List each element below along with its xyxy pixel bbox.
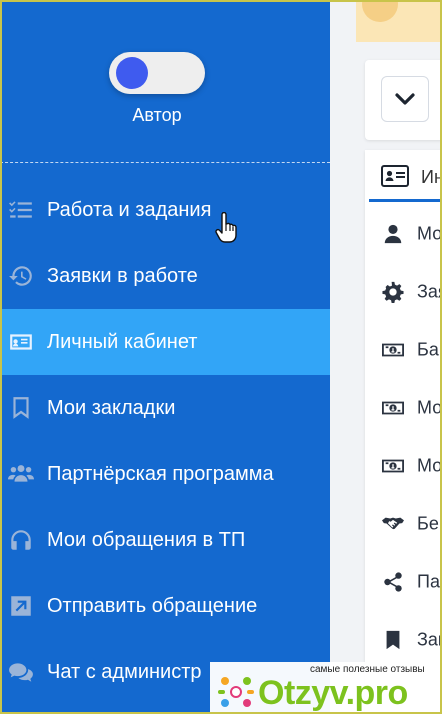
right-item-label: Мо: [417, 223, 442, 244]
id-card-icon: [6, 327, 36, 357]
users-icon: [6, 459, 36, 489]
sidebar-item-label: Чат с администр: [47, 660, 202, 683]
sidebar-item-label: Заявки в работе: [47, 264, 198, 287]
external-link-icon: [6, 591, 36, 621]
right-item-safe-deal[interactable]: Бе: [365, 495, 442, 553]
watermark: самые полезные отзывы Otzyv.pro: [210, 662, 442, 714]
sidebar-item-support-tickets[interactable]: Мои обращения в ТП: [0, 507, 330, 573]
sidebar-item-send-request[interactable]: Отправить обращение: [0, 573, 330, 639]
share-icon: [381, 570, 405, 594]
right-item-profile[interactable]: Мо: [365, 205, 442, 263]
sidebar-item-label: Работа и задания: [47, 198, 212, 221]
money-icon: [381, 396, 405, 420]
sidebar-item-label: Мои обращения в ТП: [47, 528, 246, 551]
role-toggle-knob[interactable]: [116, 57, 148, 89]
sidebar-item-label: Партнёрская программа: [47, 462, 274, 485]
id-card-icon: [381, 165, 409, 187]
bookmark-icon: [6, 393, 36, 423]
watermark-logo-icon: [218, 677, 254, 707]
right-item-label: Зая: [417, 281, 442, 302]
sidebar-item-label: Мои закладки: [47, 396, 176, 419]
right-item-label: Ба: [417, 339, 439, 360]
right-item-label: Зак: [417, 629, 442, 650]
sidebar-item-bookmarks[interactable]: Мои закладки: [0, 375, 330, 441]
right-item-bookmarks[interactable]: Зак: [365, 611, 442, 669]
bookmark-icon: [381, 628, 405, 652]
history-icon: [6, 261, 36, 291]
right-item-label: Мо: [417, 397, 442, 418]
role-switcher: Автор: [0, 0, 330, 162]
right-item-payments-1[interactable]: Мо: [365, 379, 442, 437]
headphones-icon: [6, 525, 36, 555]
sidebar-item-label: Личный кабинет: [47, 330, 198, 353]
sidebar-item-label: Отправить обращение: [47, 594, 258, 617]
money-icon: [381, 454, 405, 478]
role-toggle[interactable]: [109, 52, 205, 94]
gear-icon: [381, 280, 405, 304]
sidebar-item-partner-program[interactable]: Партнёрская программа: [0, 441, 330, 507]
right-item-balance[interactable]: Ба: [365, 321, 442, 379]
warning-icon: [362, 0, 398, 22]
sidebar-menu: Работа и задания Заявки в работе Личный …: [0, 177, 330, 705]
sidebar-divider: [0, 162, 330, 163]
account-menu-card: Ин Мо Зая Ба Мо Мо Бе Па Зак: [365, 150, 442, 714]
tab-info[interactable]: Ин: [369, 150, 442, 202]
chat-icon: [6, 657, 36, 687]
sidebar-item-work-tasks[interactable]: Работа и задания: [0, 177, 330, 243]
filter-card: [365, 60, 442, 140]
role-label: Автор: [132, 105, 182, 125]
right-item-label: Па: [417, 571, 440, 592]
right-item-payments-2[interactable]: Мо: [365, 437, 442, 495]
right-item-partner[interactable]: Па: [365, 553, 442, 611]
sidebar: Автор Работа и задания Заявки в работе Л…: [0, 0, 330, 714]
dropdown-toggle-button[interactable]: [381, 76, 429, 122]
hand-cursor-icon: [215, 212, 237, 243]
chevron-down-icon: [395, 93, 415, 105]
money-icon: [381, 338, 405, 362]
user-icon: [381, 222, 405, 246]
right-item-label: Мо: [417, 455, 442, 476]
tab-info-label: Ин: [421, 167, 442, 187]
sidebar-item-requests[interactable]: Заявки в работе: [0, 243, 330, 309]
top-notice-banner: [356, 0, 442, 42]
right-item-requests[interactable]: Зая: [365, 263, 442, 321]
sidebar-item-personal-account[interactable]: Личный кабинет: [0, 309, 330, 375]
handshake-icon: [381, 512, 405, 536]
watermark-text: Otzyv.pro: [258, 674, 408, 712]
right-item-label: Бе: [417, 513, 439, 534]
list-check-icon: [6, 195, 36, 225]
